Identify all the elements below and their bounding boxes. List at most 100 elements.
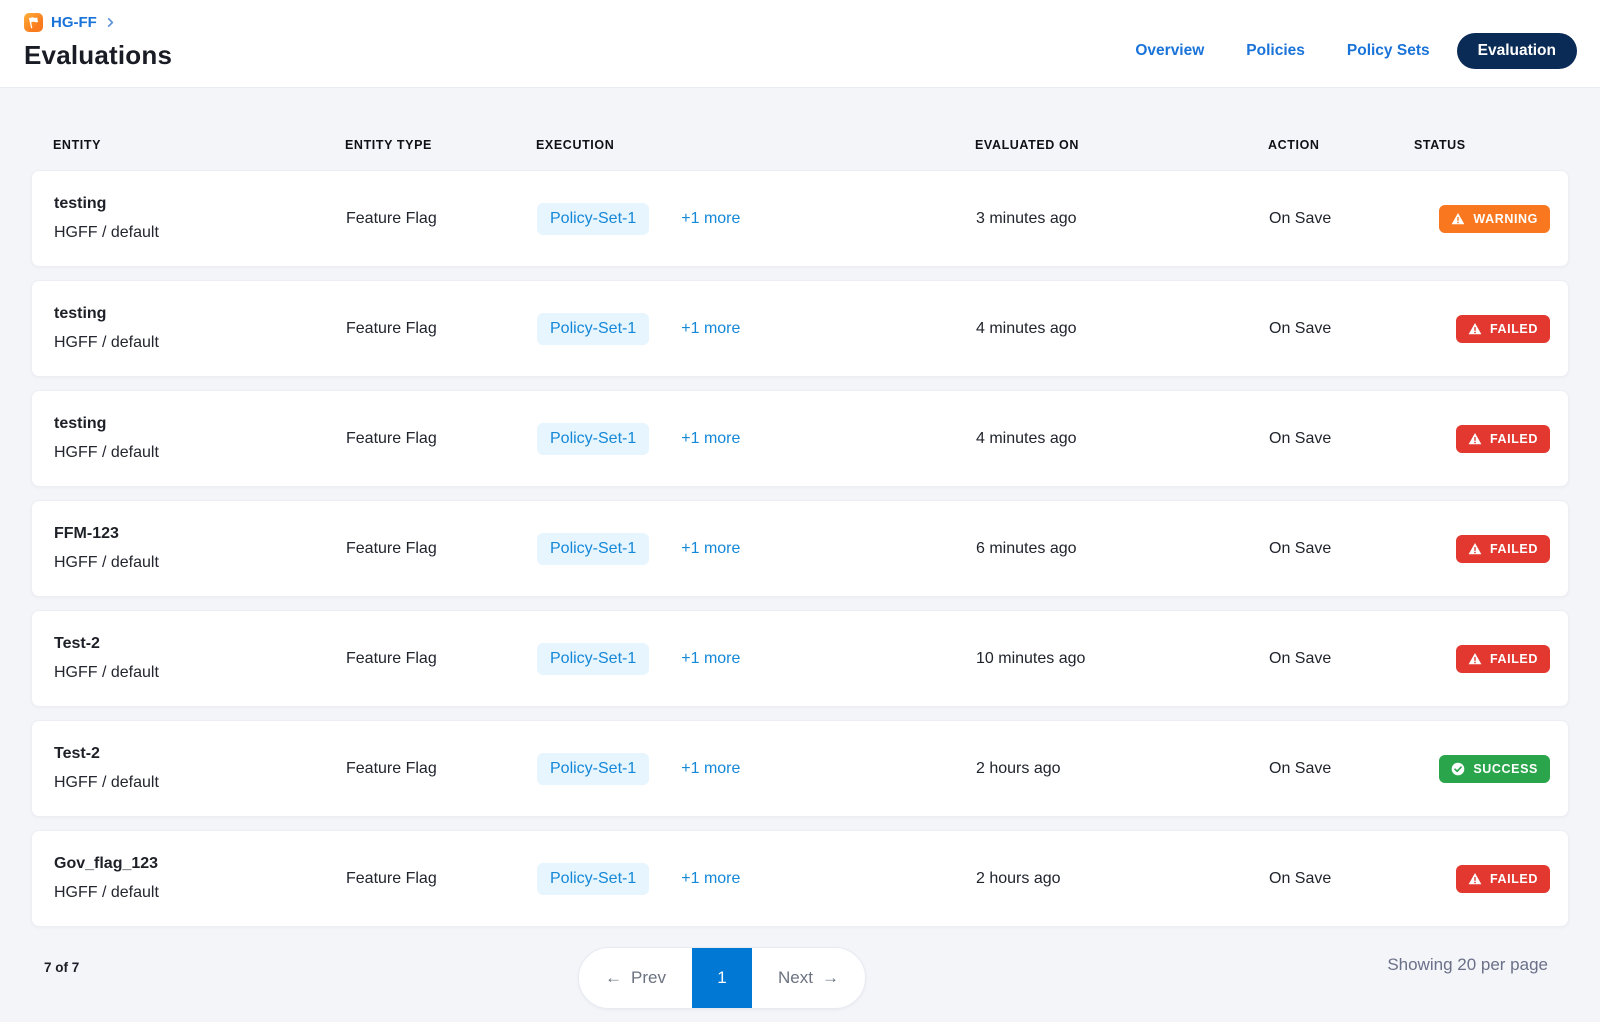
policy-set-chip[interactable]: Policy-Set-1 (537, 533, 649, 565)
table-footer: 7 of 7 ← Prev 1 Next → Showing 20 per pa… (31, 927, 1569, 1022)
status-badge: FAILED (1456, 315, 1550, 343)
column-header-entity-type: ENTITY TYPE (345, 138, 536, 152)
feature-flag-module-icon (24, 13, 43, 32)
page-1-button[interactable]: 1 (692, 948, 752, 1008)
entity-cell: testing HGFF / default (54, 305, 346, 352)
table-header: ENTITY ENTITY TYPE EXECUTION EVALUATED O… (31, 88, 1569, 170)
table-row[interactable]: testing HGFF / default Feature Flag Poli… (31, 170, 1569, 267)
entity-scope: HGFF / default (54, 224, 346, 242)
policy-set-chip[interactable]: Policy-Set-1 (537, 863, 649, 895)
policy-set-chip[interactable]: Policy-Set-1 (537, 643, 649, 675)
entity-name: testing (54, 195, 346, 213)
entity-name: Gov_flag_123 (54, 855, 346, 873)
evaluated-on-cell: 3 minutes ago (976, 210, 1269, 228)
execution-cell: Policy-Set-1 +1 more (537, 423, 976, 455)
warning-triangle-icon (1468, 652, 1482, 666)
action-cell: On Save (1269, 540, 1415, 558)
table-rows: testing HGFF / default Feature Flag Poli… (31, 170, 1569, 927)
status-badge-label: FAILED (1490, 872, 1538, 886)
next-page-button[interactable]: Next → (752, 948, 865, 1008)
evaluated-on-cell: 2 hours ago (976, 760, 1269, 778)
status-badge-label: WARNING (1473, 212, 1538, 226)
arrow-right-icon: → (822, 968, 839, 988)
more-policies-link[interactable]: +1 more (681, 430, 740, 448)
status-badge-label: FAILED (1490, 432, 1538, 446)
entity-cell: Gov_flag_123 HGFF / default (54, 855, 346, 902)
header-left: HG-FF Evaluations (24, 11, 172, 71)
table-row[interactable]: testing HGFF / default Feature Flag Poli… (31, 280, 1569, 377)
action-cell: On Save (1269, 210, 1415, 228)
breadcrumb: HG-FF (24, 11, 172, 33)
warning-triangle-icon (1451, 212, 1465, 226)
more-policies-link[interactable]: +1 more (681, 870, 740, 888)
table-row[interactable]: Test-2 HGFF / default Feature Flag Polic… (31, 610, 1569, 707)
entity-name: Test-2 (54, 635, 346, 653)
status-badge-label: FAILED (1490, 322, 1538, 336)
action-cell: On Save (1269, 650, 1415, 668)
top-bar: HG-FF Evaluations Overview Policies Poli… (0, 0, 1600, 88)
table-row[interactable]: Test-2 HGFF / default Feature Flag Polic… (31, 720, 1569, 817)
entity-type-cell: Feature Flag (346, 870, 537, 888)
evaluated-on-cell: 4 minutes ago (976, 320, 1269, 338)
top-nav: Overview Policies Policy Sets Evaluation (1135, 33, 1577, 69)
execution-cell: Policy-Set-1 +1 more (537, 203, 976, 235)
warning-triangle-icon (1468, 542, 1482, 556)
execution-cell: Policy-Set-1 +1 more (537, 643, 976, 675)
column-header-entity: ENTITY (53, 138, 345, 152)
status-cell: FAILED (1456, 315, 1550, 343)
status-badge: FAILED (1456, 425, 1550, 453)
entity-type-cell: Feature Flag (346, 760, 537, 778)
warning-triangle-icon (1468, 322, 1482, 336)
action-cell: On Save (1269, 320, 1415, 338)
entity-scope: HGFF / default (54, 554, 346, 572)
table-row[interactable]: Gov_flag_123 HGFF / default Feature Flag… (31, 830, 1569, 927)
arrow-left-icon: ← (605, 968, 622, 988)
more-policies-link[interactable]: +1 more (681, 320, 740, 338)
page-title: Evaluations (24, 40, 172, 71)
tab-overview[interactable]: Overview (1135, 42, 1204, 60)
entity-cell: Test-2 HGFF / default (54, 635, 346, 682)
status-cell: FAILED (1456, 645, 1550, 673)
table-row[interactable]: testing HGFF / default Feature Flag Poli… (31, 390, 1569, 487)
tab-evaluation[interactable]: Evaluation (1457, 33, 1577, 69)
action-cell: On Save (1269, 870, 1415, 888)
more-policies-link[interactable]: +1 more (681, 210, 740, 228)
entity-scope: HGFF / default (54, 444, 346, 462)
check-circle-icon (1451, 762, 1465, 776)
pagination: ← Prev 1 Next → (578, 947, 866, 1009)
entity-type-cell: Feature Flag (346, 210, 537, 228)
entity-cell: Test-2 HGFF / default (54, 745, 346, 792)
entity-scope: HGFF / default (54, 774, 346, 792)
status-badge: FAILED (1456, 535, 1550, 563)
execution-cell: Policy-Set-1 +1 more (537, 313, 976, 345)
status-cell: FAILED (1456, 535, 1550, 563)
more-policies-link[interactable]: +1 more (681, 650, 740, 668)
execution-cell: Policy-Set-1 +1 more (537, 863, 976, 895)
tab-policies[interactable]: Policies (1246, 42, 1305, 60)
entity-name: testing (54, 415, 346, 433)
column-header-execution: EXECUTION (536, 138, 975, 152)
entity-scope: HGFF / default (54, 884, 346, 902)
prev-page-label: Prev (631, 968, 666, 988)
entity-name: testing (54, 305, 346, 323)
evaluations-table: ENTITY ENTITY TYPE EXECUTION EVALUATED O… (0, 88, 1600, 1022)
status-cell: FAILED (1456, 425, 1550, 453)
more-policies-link[interactable]: +1 more (681, 760, 740, 778)
table-row[interactable]: FFM-123 HGFF / default Feature Flag Poli… (31, 500, 1569, 597)
tab-policy-sets[interactable]: Policy Sets (1347, 42, 1430, 60)
policy-set-chip[interactable]: Policy-Set-1 (537, 753, 649, 785)
entity-cell: testing HGFF / default (54, 195, 346, 242)
action-cell: On Save (1269, 430, 1415, 448)
evaluated-on-cell: 10 minutes ago (976, 650, 1269, 668)
status-badge-label: FAILED (1490, 652, 1538, 666)
evaluated-on-cell: 6 minutes ago (976, 540, 1269, 558)
policy-set-chip[interactable]: Policy-Set-1 (537, 203, 649, 235)
prev-page-button[interactable]: ← Prev (579, 948, 692, 1008)
policy-set-chip[interactable]: Policy-Set-1 (537, 423, 649, 455)
breadcrumb-project-link[interactable]: HG-FF (51, 14, 97, 31)
status-badge-label: FAILED (1490, 542, 1538, 556)
more-policies-link[interactable]: +1 more (681, 540, 740, 558)
column-header-evaluated-on: EVALUATED ON (975, 138, 1268, 152)
entity-type-cell: Feature Flag (346, 650, 537, 668)
policy-set-chip[interactable]: Policy-Set-1 (537, 313, 649, 345)
